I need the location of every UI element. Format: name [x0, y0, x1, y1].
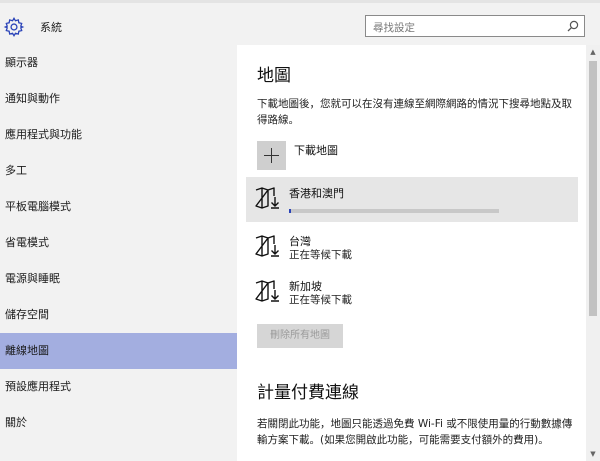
- scroll-up-arrow-icon[interactable]: ▲: [586, 45, 600, 59]
- metered-section-title: 計量付費連線: [257, 383, 359, 403]
- download-maps-button[interactable]: [257, 141, 286, 170]
- sidebar-item-label: 平板電腦模式: [5, 200, 71, 213]
- map-download-icon: [255, 187, 279, 209]
- sidebar-item-label: 顯示器: [5, 56, 38, 69]
- sidebar-item-label: 多工: [5, 164, 27, 177]
- title-bar: 系統 尋找設定: [0, 0, 600, 45]
- map-item-taiwan[interactable]: 台灣 正在等候下載: [246, 225, 578, 270]
- sidebar-item-tablet-mode[interactable]: 平板電腦模式: [0, 189, 237, 225]
- scroll-down-arrow-icon[interactable]: ▼: [586, 447, 600, 461]
- search-icon[interactable]: [566, 19, 580, 33]
- sidebar-item-label: 電源與睡眠: [5, 272, 60, 285]
- sidebar-item-default-apps[interactable]: 預設應用程式: [0, 369, 237, 405]
- map-item-singapore[interactable]: 新加坡 正在等候下載: [246, 270, 578, 315]
- download-progress-fill: [289, 209, 292, 213]
- sidebar-item-label: 離線地圖: [5, 344, 49, 357]
- app-title: 系統: [40, 21, 62, 34]
- sidebar-item-multitasking[interactable]: 多工: [0, 153, 237, 189]
- sidebar-item-apps-features[interactable]: 應用程式與功能: [0, 117, 237, 153]
- sidebar-item-storage[interactable]: 儲存空間: [0, 297, 237, 333]
- sidebar-item-label: 應用程式與功能: [5, 128, 82, 141]
- map-download-icon: [255, 235, 279, 257]
- download-progress-bar: [289, 209, 499, 213]
- sidebar-item-about[interactable]: 關於: [0, 405, 237, 441]
- sidebar-item-label: 省電模式: [5, 236, 49, 249]
- search-input[interactable]: 尋找設定: [365, 15, 585, 37]
- scrollbar-thumb[interactable]: [589, 61, 597, 316]
- top-strip: [0, 0, 600, 3]
- scrollbar[interactable]: ▲ ▼: [586, 45, 600, 461]
- sidebar-item-label: 儲存空間: [5, 308, 49, 321]
- sidebar-item-label: 關於: [5, 416, 27, 429]
- map-status: 正在等候下載: [289, 294, 352, 306]
- sidebar-item-label: 預設應用程式: [5, 380, 71, 393]
- sidebar: 顯示器 通知與動作 應用程式與功能 多工 平板電腦模式 省電模式 電源與睡眠 儲…: [0, 45, 237, 461]
- download-maps-label[interactable]: 下載地圖: [294, 142, 338, 158]
- maps-description: 下載地圖後，您就可以在沒有連線至網際網路的情況下搜尋地點及取得路線。: [257, 98, 572, 126]
- map-item-hong-kong-macau[interactable]: 香港和澳門: [246, 177, 578, 222]
- sidebar-item-offline-maps[interactable]: 離線地圖: [0, 333, 237, 369]
- sidebar-item-battery-saver[interactable]: 省電模式: [0, 225, 237, 261]
- page-title: 地圖: [257, 66, 291, 86]
- plus-icon-vertical: [271, 148, 272, 163]
- sidebar-item-notifications[interactable]: 通知與動作: [0, 81, 237, 117]
- main-content: 地圖 下載地圖後，您就可以在沒有連線至網際網路的情況下搜尋地點及取得路線。 下載…: [237, 45, 600, 461]
- gear-icon: [3, 17, 25, 37]
- map-download-icon: [255, 280, 279, 302]
- search-placeholder: 尋找設定: [373, 22, 415, 34]
- sidebar-item-label: 通知與動作: [5, 92, 60, 105]
- map-status: 正在等候下載: [289, 249, 352, 261]
- delete-all-maps-button[interactable]: 刪除所有地圖: [257, 324, 343, 348]
- metered-description: 若關閉此功能，地圖只能透過免費 Wi-Fi 或不限使用量的行動數據傳輸方案下載。…: [257, 418, 573, 446]
- sidebar-item-display[interactable]: 顯示器: [0, 45, 237, 81]
- sidebar-item-power-sleep[interactable]: 電源與睡眠: [0, 261, 237, 297]
- map-name: 香港和澳門: [289, 187, 344, 200]
